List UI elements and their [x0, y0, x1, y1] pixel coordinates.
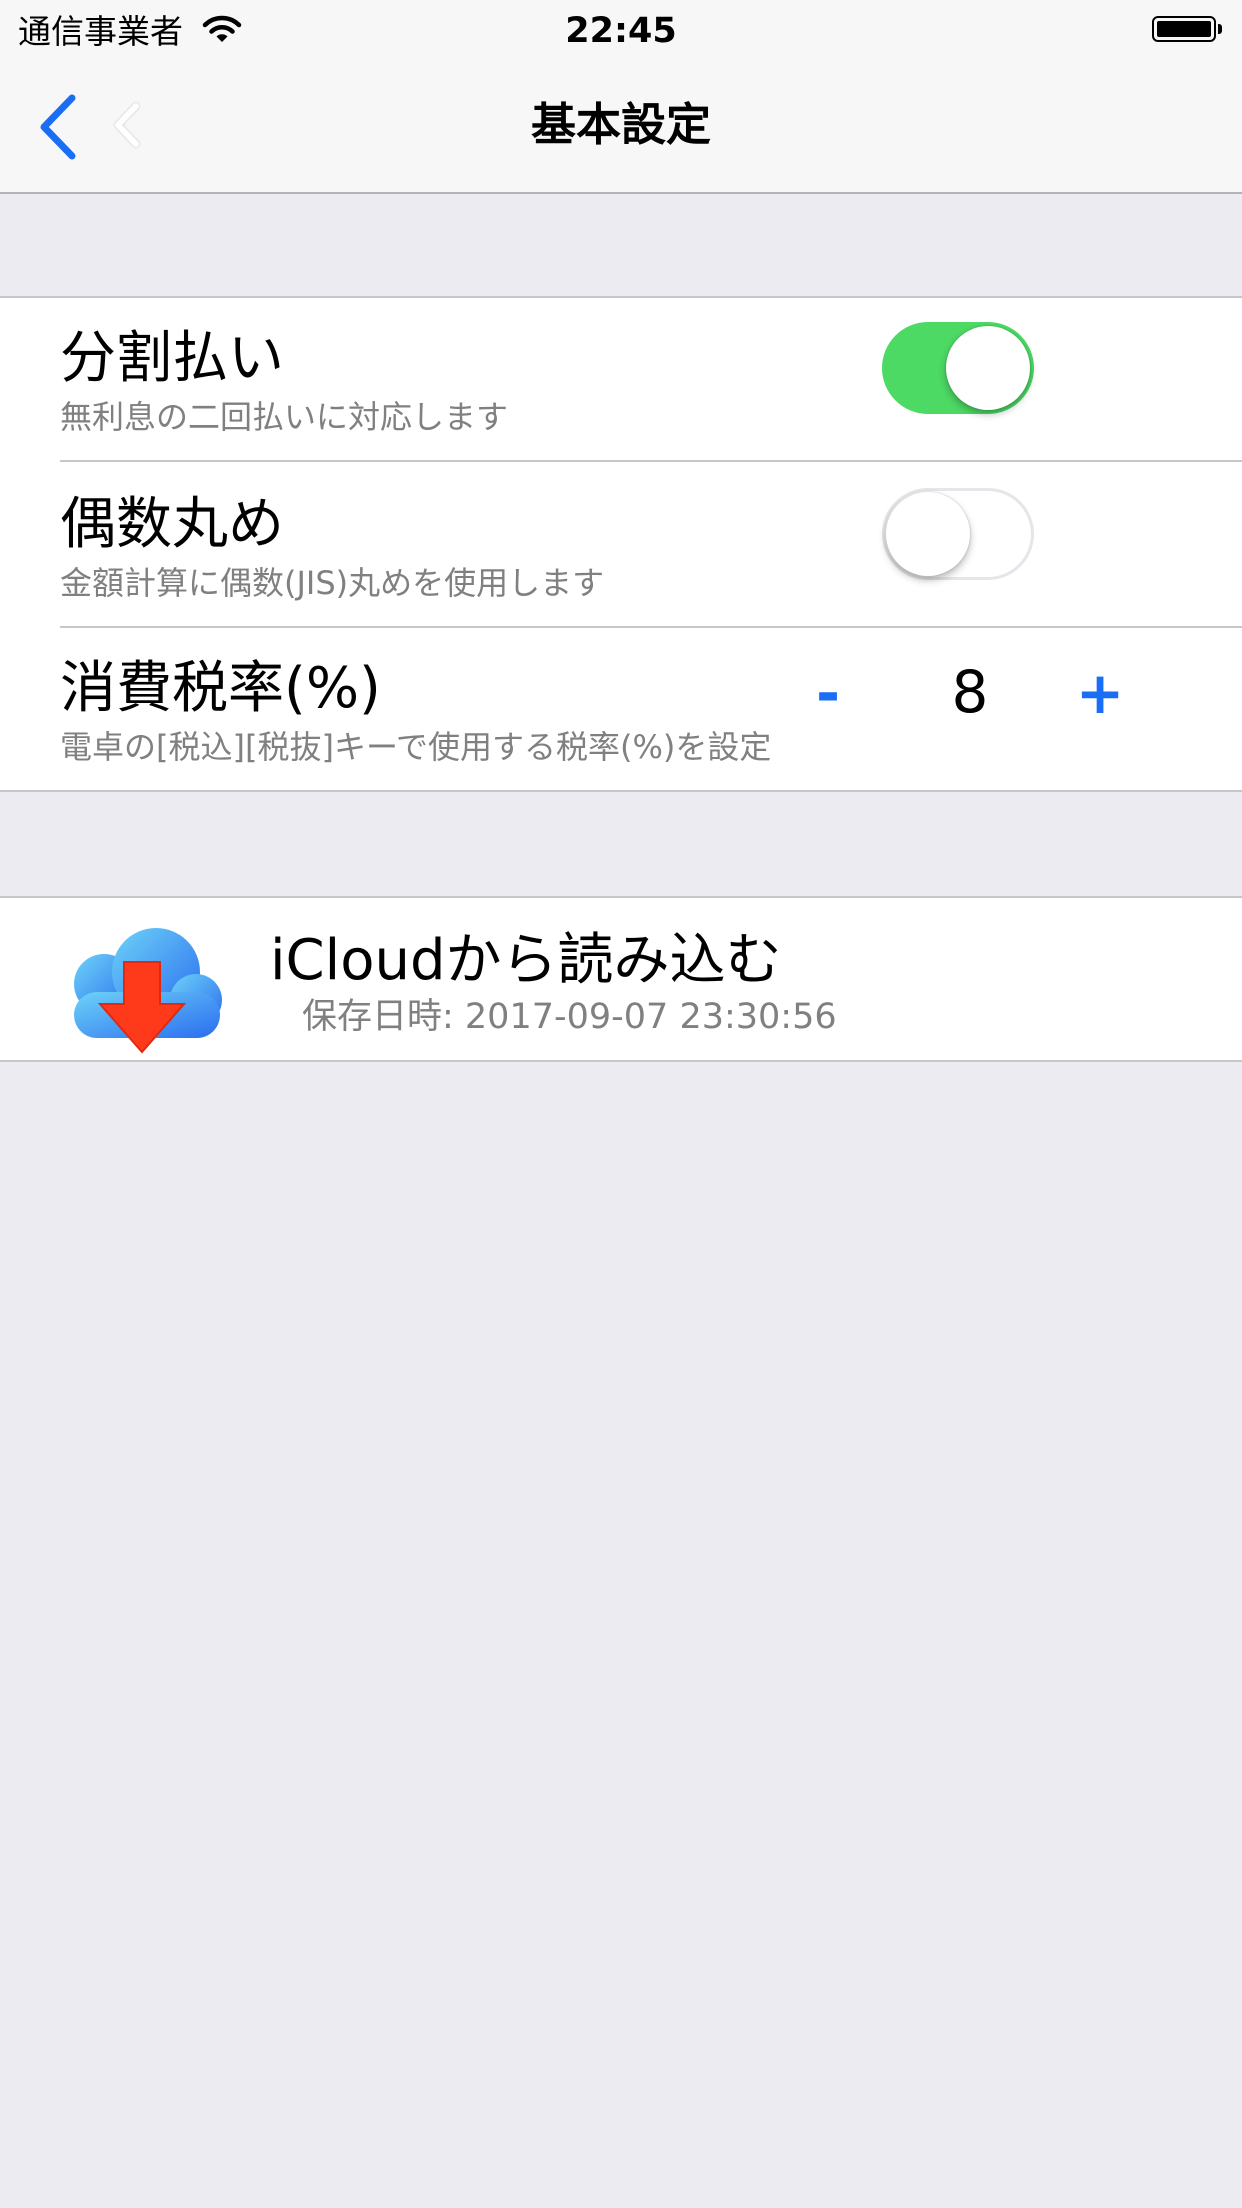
- settings-group: 分割払い 無利息の二回払いに対応します 偶数丸め 金額計算に偶数(JIS)丸めを…: [0, 296, 1242, 792]
- battery-icon: [1152, 16, 1224, 46]
- tax-rate-increment-button[interactable]: +: [1072, 658, 1128, 728]
- settings-screen: 通信事業者 22:45 基本設定 分割払い 無利息の二回払いに対応します 偶数丸…: [0, 0, 1242, 2208]
- tax-rate-description: 電卓の[税込][税抜]キーで使用する税率(%)を設定: [60, 728, 772, 766]
- tax-rate-row: 消費税率(%) 電卓の[税込][税抜]キーで使用する税率(%)を設定 - 8 +: [0, 628, 1242, 792]
- even-rounding-title: 偶数丸め: [60, 492, 284, 557]
- even-rounding-toggle[interactable]: [882, 488, 1034, 580]
- icloud-download-icon: [74, 928, 222, 1054]
- toggle-knob: [946, 326, 1030, 410]
- row-divider: [60, 460, 1242, 462]
- top-bar: 通信事業者 22:45 基本設定: [0, 0, 1242, 194]
- installments-description: 無利息の二回払いに対応します: [60, 398, 509, 436]
- status-time: 22:45: [565, 11, 677, 51]
- installments-title: 分割払い: [60, 326, 284, 391]
- installments-row: 分割払い 無利息の二回払いに対応します: [0, 298, 1242, 462]
- page-title: 基本設定: [530, 98, 711, 151]
- tax-rate-decrement-button[interactable]: -: [808, 658, 848, 728]
- icloud-load-row[interactable]: iCloudから読み込む 保存日時: 2017-09-07 23:30:56: [0, 898, 1242, 1060]
- tax-rate-value: 8: [951, 658, 989, 726]
- even-rounding-description: 金額計算に偶数(JIS)丸めを使用します: [60, 564, 605, 602]
- installments-toggle[interactable]: [882, 322, 1034, 414]
- even-rounding-row: 偶数丸め 金額計算に偶数(JIS)丸めを使用します: [0, 464, 1242, 628]
- icloud-load-title: iCloudから読み込む: [270, 928, 782, 993]
- toggle-knob: [886, 492, 970, 576]
- icloud-group: iCloudから読み込む 保存日時: 2017-09-07 23:30:56: [0, 896, 1242, 1062]
- icloud-saved-timestamp: 保存日時: 2017-09-07 23:30:56: [302, 997, 837, 1037]
- tax-rate-title: 消費税率(%): [60, 656, 381, 721]
